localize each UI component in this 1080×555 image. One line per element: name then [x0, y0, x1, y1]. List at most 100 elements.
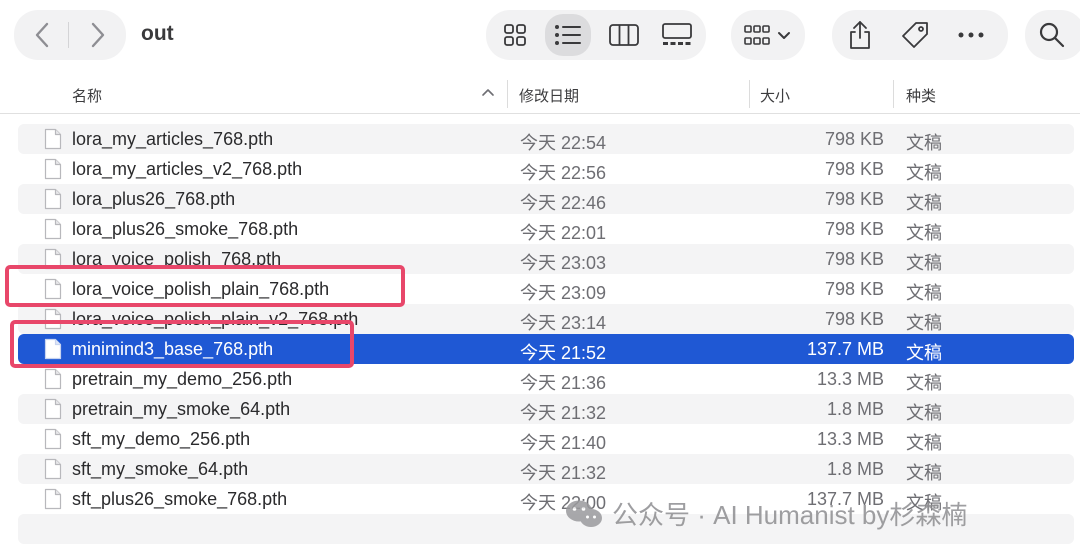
group-icon	[744, 24, 792, 48]
file-row[interactable]: lora_my_articles_768.pth 今天 22:54 798 KB…	[18, 124, 1074, 154]
share-button[interactable]	[845, 20, 875, 50]
more-button[interactable]	[956, 20, 986, 50]
document-icon	[44, 458, 62, 485]
file-size: 13.3 MB	[816, 369, 884, 389]
toolbar: out	[0, 0, 1080, 70]
file-kind: 文稿	[906, 403, 942, 423]
file-size: 1.8 MB	[826, 459, 884, 479]
file-date: 今天 21:40	[520, 433, 607, 453]
document-icon	[44, 428, 62, 455]
file-date: 今天 21:32	[520, 463, 607, 483]
column-separator[interactable]	[749, 80, 750, 108]
file-size: 798 KB	[824, 249, 884, 269]
file-name: lora_my_articles_v2_768.pth	[72, 159, 303, 179]
column-view-button[interactable]	[601, 14, 647, 56]
file-size: 798 KB	[824, 159, 884, 179]
file-date: 今天 21:36	[520, 373, 607, 393]
document-icon	[44, 248, 62, 275]
file-date: 今天 22:54	[520, 133, 607, 153]
file-kind: 文稿	[906, 223, 942, 243]
file-date: 今天 22:46	[520, 193, 607, 213]
file-row[interactable]: sft_my_demo_256.pth 今天 21:40 13.3 MB 文稿	[18, 424, 1074, 454]
file-row-selected[interactable]: minimind3_base_768.pth 今天 21:52 137.7 MB…	[18, 334, 1074, 364]
column-header: 名称 修改日期 大小 种类	[0, 74, 1080, 114]
file-row[interactable]: pretrain_my_demo_256.pth 今天 21:36 13.3 M…	[18, 364, 1074, 394]
gallery-view-icon	[662, 23, 692, 45]
file-name: sft_my_demo_256.pth	[72, 429, 251, 449]
nav-divider	[68, 22, 69, 48]
file-kind: 文稿	[906, 193, 942, 213]
icon-view-icon	[504, 24, 526, 46]
file-list: lora_my_articles_768.pth 今天 22:54 798 KB…	[0, 124, 1080, 544]
document-icon	[44, 128, 62, 155]
file-row[interactable]: pretrain_my_smoke_64.pth 今天 21:32 1.8 MB…	[18, 394, 1074, 424]
document-icon	[44, 218, 62, 245]
file-size: 798 KB	[824, 279, 884, 299]
file-kind: 文稿	[906, 313, 942, 333]
sort-ascending-icon[interactable]	[481, 86, 495, 98]
file-size: 798 KB	[824, 129, 884, 149]
watermark: 公众号 · AI Humanist by杉森楠	[564, 495, 967, 532]
watermark-text: 公众号 · AI Humanist by杉森楠	[612, 500, 968, 530]
file-size: 798 KB	[824, 219, 884, 239]
file-size: 13.3 MB	[816, 429, 884, 449]
column-date-header[interactable]: 修改日期	[519, 85, 579, 106]
list-view-button[interactable]	[545, 14, 591, 56]
file-date: 今天 21:32	[520, 403, 607, 423]
file-kind: 文稿	[906, 133, 942, 153]
chevron-right-icon	[91, 22, 105, 48]
file-date: 今天 23:03	[520, 253, 607, 273]
file-row[interactable]: lora_my_articles_v2_768.pth 今天 22:56 798…	[18, 154, 1074, 184]
file-row[interactable]: lora_voice_polish_plain_768.pth 今天 23:09…	[18, 274, 1074, 304]
file-row[interactable]: lora_plus26_smoke_768.pth 今天 22:01 798 K…	[18, 214, 1074, 244]
document-icon	[44, 368, 62, 395]
window-title: out	[141, 22, 174, 45]
file-name: lora_voice_polish_plain_768.pth	[72, 279, 330, 299]
file-size: 798 KB	[824, 189, 884, 209]
tag-button[interactable]	[899, 20, 931, 50]
column-separator[interactable]	[507, 80, 508, 108]
column-name-header[interactable]: 名称	[72, 85, 102, 106]
file-kind: 文稿	[906, 163, 942, 183]
column-kind-header[interactable]: 种类	[906, 85, 936, 106]
document-icon	[44, 398, 62, 425]
file-size: 137.7 MB	[806, 339, 884, 359]
list-view-icon	[555, 25, 581, 45]
file-date: 今天 22:56	[520, 163, 607, 183]
file-name: sft_plus26_smoke_768.pth	[72, 489, 288, 509]
share-icon	[850, 21, 870, 49]
file-name: lora_voice_polish_plain_v2_768.pth	[72, 309, 359, 329]
file-kind: 文稿	[906, 343, 942, 363]
file-row[interactable]: lora_plus26_768.pth 今天 22:46 798 KB 文稿	[18, 184, 1074, 214]
file-kind: 文稿	[906, 253, 942, 273]
file-row[interactable]: lora_voice_polish_768.pth 今天 23:03 798 K…	[18, 244, 1074, 274]
file-name: lora_my_articles_768.pth	[72, 129, 274, 149]
file-name: minimind3_base_768.pth	[72, 339, 274, 359]
search-icon	[1038, 21, 1066, 49]
document-icon	[44, 308, 62, 335]
file-name: sft_my_smoke_64.pth	[72, 459, 249, 479]
file-name: pretrain_my_demo_256.pth	[72, 369, 293, 389]
column-size-header[interactable]: 大小	[760, 85, 790, 106]
file-name: lora_plus26_768.pth	[72, 189, 236, 209]
file-date: 今天 22:01	[520, 223, 607, 243]
back-button[interactable]	[14, 10, 70, 60]
file-kind: 文稿	[906, 463, 942, 483]
file-kind: 文稿	[906, 433, 942, 453]
more-icon	[958, 32, 984, 38]
file-row[interactable]: sft_my_smoke_64.pth 今天 21:32 1.8 MB 文稿	[18, 454, 1074, 484]
column-separator[interactable]	[893, 80, 894, 108]
file-name: lora_plus26_smoke_768.pth	[72, 219, 299, 239]
document-icon	[44, 488, 62, 515]
file-size: 798 KB	[824, 309, 884, 329]
file-row[interactable]: lora_voice_polish_plain_v2_768.pth 今天 23…	[18, 304, 1074, 334]
document-icon	[44, 278, 62, 305]
file-size: 1.8 MB	[826, 399, 884, 419]
forward-button[interactable]	[70, 10, 126, 60]
file-date: 今天 23:09	[520, 283, 607, 303]
file-kind: 文稿	[906, 373, 942, 393]
chevron-left-icon	[35, 22, 49, 48]
gallery-view-button[interactable]	[654, 14, 700, 56]
file-name: lora_voice_polish_768.pth	[72, 249, 282, 269]
icon-view-button[interactable]	[492, 14, 538, 56]
